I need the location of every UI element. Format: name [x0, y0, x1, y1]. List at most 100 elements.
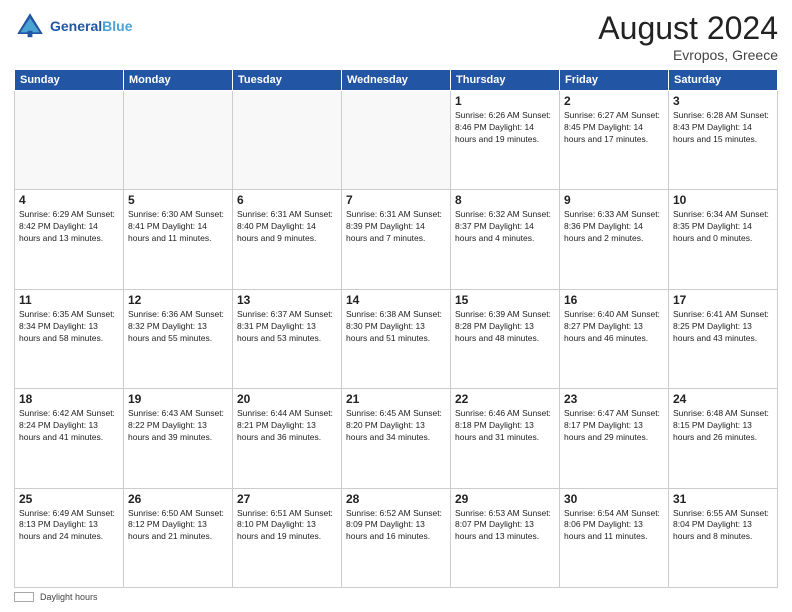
- calendar-cell: 18Sunrise: 6:42 AM Sunset: 8:24 PM Dayli…: [15, 389, 124, 488]
- day-number: 23: [564, 392, 664, 406]
- day-number: 11: [19, 293, 119, 307]
- logo-icon: [14, 10, 46, 42]
- day-info: Sunrise: 6:54 AM Sunset: 8:06 PM Dayligh…: [564, 508, 664, 544]
- day-info: Sunrise: 6:26 AM Sunset: 8:46 PM Dayligh…: [455, 110, 555, 146]
- day-number: 1: [455, 94, 555, 108]
- calendar-cell: [15, 91, 124, 190]
- day-info: Sunrise: 6:37 AM Sunset: 8:31 PM Dayligh…: [237, 309, 337, 345]
- day-info: Sunrise: 6:49 AM Sunset: 8:13 PM Dayligh…: [19, 508, 119, 544]
- header: GeneralBlue August 2024 Evropos, Greece: [14, 10, 778, 63]
- day-number: 5: [128, 193, 228, 207]
- calendar-cell: 10Sunrise: 6:34 AM Sunset: 8:35 PM Dayli…: [669, 190, 778, 289]
- day-number: 22: [455, 392, 555, 406]
- week-row-2: 11 Sunrise: 6:35 AM Sunset: 8:34 PM Dayli…: [15, 289, 778, 388]
- week-row-1: 4 Sunrise: 6:29 AM Sunset: 8:42 PM Daylig…: [15, 190, 778, 289]
- calendar-cell: 5 Sunrise: 6:30 AM Sunset: 8:41 PM Daylig…: [124, 190, 233, 289]
- day-number: 12: [128, 293, 228, 307]
- day-info: Sunrise: 6:40 AM Sunset: 8:27 PM Dayligh…: [564, 309, 664, 345]
- calendar-cell: 2Sunrise: 6:27 AM Sunset: 8:45 PM Daylig…: [560, 91, 669, 190]
- location-title: Evropos, Greece: [598, 47, 778, 63]
- calendar-cell: 9 Sunrise: 6:33 AM Sunset: 8:36 PM Daylig…: [560, 190, 669, 289]
- calendar-cell: 28 Sunrise: 6:52 AM Sunset: 8:09 PM Dayli…: [342, 488, 451, 587]
- calendar-cell: 31Sunrise: 6:55 AM Sunset: 8:04 PM Dayli…: [669, 488, 778, 587]
- day-number: 21: [346, 392, 446, 406]
- calendar-cell: 7 Sunrise: 6:31 AM Sunset: 8:39 PM Daylig…: [342, 190, 451, 289]
- day-number: 4: [19, 193, 119, 207]
- footer: Daylight hours: [14, 592, 778, 602]
- logo-text: GeneralBlue: [50, 18, 132, 34]
- day-info: Sunrise: 6:50 AM Sunset: 8:12 PM Dayligh…: [128, 508, 228, 544]
- calendar-cell: 8Sunrise: 6:32 AM Sunset: 8:37 PM Daylig…: [451, 190, 560, 289]
- calendar-table: SundayMondayTuesdayWednesdayThursdayFrid…: [14, 69, 778, 588]
- calendar-cell: 16 Sunrise: 6:40 AM Sunset: 8:27 PM Dayli…: [560, 289, 669, 388]
- day-info: Sunrise: 6:41 AM Sunset: 8:25 PM Dayligh…: [673, 309, 773, 345]
- day-info: Sunrise: 6:36 AM Sunset: 8:32 PM Dayligh…: [128, 309, 228, 345]
- calendar-cell: 27 Sunrise: 6:51 AM Sunset: 8:10 PM Dayli…: [233, 488, 342, 587]
- calendar-cell: 30 Sunrise: 6:54 AM Sunset: 8:06 PM Dayli…: [560, 488, 669, 587]
- calendar-cell: 13 Sunrise: 6:37 AM Sunset: 8:31 PM Dayli…: [233, 289, 342, 388]
- weekday-header-thursday: Thursday: [451, 70, 560, 91]
- day-number: 16: [564, 293, 664, 307]
- calendar-cell: [233, 91, 342, 190]
- weekday-header-friday: Friday: [560, 70, 669, 91]
- week-row-0: 1 Sunrise: 6:26 AM Sunset: 8:46 PM Daylig…: [15, 91, 778, 190]
- day-number: 8: [455, 193, 555, 207]
- day-number: 14: [346, 293, 446, 307]
- day-number: 28: [346, 492, 446, 506]
- day-number: 10: [673, 193, 773, 207]
- day-info: Sunrise: 6:52 AM Sunset: 8:09 PM Dayligh…: [346, 508, 446, 544]
- day-info: Sunrise: 6:48 AM Sunset: 8:15 PM Dayligh…: [673, 408, 773, 444]
- day-info: Sunrise: 6:53 AM Sunset: 8:07 PM Dayligh…: [455, 508, 555, 544]
- day-info: Sunrise: 6:45 AM Sunset: 8:20 PM Dayligh…: [346, 408, 446, 444]
- day-info: Sunrise: 6:28 AM Sunset: 8:43 PM Dayligh…: [673, 110, 773, 146]
- weekday-header-wednesday: Wednesday: [342, 70, 451, 91]
- day-info: Sunrise: 6:31 AM Sunset: 8:40 PM Dayligh…: [237, 209, 337, 245]
- day-info: Sunrise: 6:33 AM Sunset: 8:36 PM Dayligh…: [564, 209, 664, 245]
- weekday-header-sunday: Sunday: [15, 70, 124, 91]
- day-number: 9: [564, 193, 664, 207]
- day-number: 17: [673, 293, 773, 307]
- calendar-cell: 26 Sunrise: 6:50 AM Sunset: 8:12 PM Dayli…: [124, 488, 233, 587]
- day-number: 26: [128, 492, 228, 506]
- day-number: 31: [673, 492, 773, 506]
- day-info: Sunrise: 6:44 AM Sunset: 8:21 PM Dayligh…: [237, 408, 337, 444]
- day-number: 15: [455, 293, 555, 307]
- calendar-cell: 29Sunrise: 6:53 AM Sunset: 8:07 PM Dayli…: [451, 488, 560, 587]
- title-block: August 2024 Evropos, Greece: [598, 10, 778, 63]
- day-info: Sunrise: 6:39 AM Sunset: 8:28 PM Dayligh…: [455, 309, 555, 345]
- day-info: Sunrise: 6:29 AM Sunset: 8:42 PM Dayligh…: [19, 209, 119, 245]
- calendar-cell: 12 Sunrise: 6:36 AM Sunset: 8:32 PM Dayli…: [124, 289, 233, 388]
- day-number: 27: [237, 492, 337, 506]
- calendar-cell: 1 Sunrise: 6:26 AM Sunset: 8:46 PM Daylig…: [451, 91, 560, 190]
- calendar-cell: [342, 91, 451, 190]
- day-info: Sunrise: 6:51 AM Sunset: 8:10 PM Dayligh…: [237, 508, 337, 544]
- calendar-cell: 4 Sunrise: 6:29 AM Sunset: 8:42 PM Daylig…: [15, 190, 124, 289]
- day-number: 18: [19, 392, 119, 406]
- day-number: 13: [237, 293, 337, 307]
- calendar-cell: 6Sunrise: 6:31 AM Sunset: 8:40 PM Daylig…: [233, 190, 342, 289]
- calendar-cell: 20 Sunrise: 6:44 AM Sunset: 8:21 PM Dayli…: [233, 389, 342, 488]
- weekday-header-saturday: Saturday: [669, 70, 778, 91]
- day-number: 19: [128, 392, 228, 406]
- calendar-cell: 22 Sunrise: 6:46 AM Sunset: 8:18 PM Dayli…: [451, 389, 560, 488]
- calendar-cell: 19Sunrise: 6:43 AM Sunset: 8:22 PM Dayli…: [124, 389, 233, 488]
- month-title: August 2024: [598, 10, 778, 47]
- day-number: 25: [19, 492, 119, 506]
- day-info: Sunrise: 6:35 AM Sunset: 8:34 PM Dayligh…: [19, 309, 119, 345]
- calendar-cell: 14Sunrise: 6:38 AM Sunset: 8:30 PM Dayli…: [342, 289, 451, 388]
- calendar-cell: 24 Sunrise: 6:48 AM Sunset: 8:15 PM Dayli…: [669, 389, 778, 488]
- calendar-cell: 17 Sunrise: 6:41 AM Sunset: 8:25 PM Dayli…: [669, 289, 778, 388]
- day-number: 2: [564, 94, 664, 108]
- day-number: 24: [673, 392, 773, 406]
- day-info: Sunrise: 6:30 AM Sunset: 8:41 PM Dayligh…: [128, 209, 228, 245]
- day-info: Sunrise: 6:31 AM Sunset: 8:39 PM Dayligh…: [346, 209, 446, 245]
- day-info: Sunrise: 6:46 AM Sunset: 8:18 PM Dayligh…: [455, 408, 555, 444]
- week-row-4: 25 Sunrise: 6:49 AM Sunset: 8:13 PM Dayli…: [15, 488, 778, 587]
- day-number: 30: [564, 492, 664, 506]
- day-number: 20: [237, 392, 337, 406]
- day-number: 3: [673, 94, 773, 108]
- day-number: 7: [346, 193, 446, 207]
- calendar-cell: [124, 91, 233, 190]
- day-info: Sunrise: 6:47 AM Sunset: 8:17 PM Dayligh…: [564, 408, 664, 444]
- calendar-cell: 11 Sunrise: 6:35 AM Sunset: 8:34 PM Dayli…: [15, 289, 124, 388]
